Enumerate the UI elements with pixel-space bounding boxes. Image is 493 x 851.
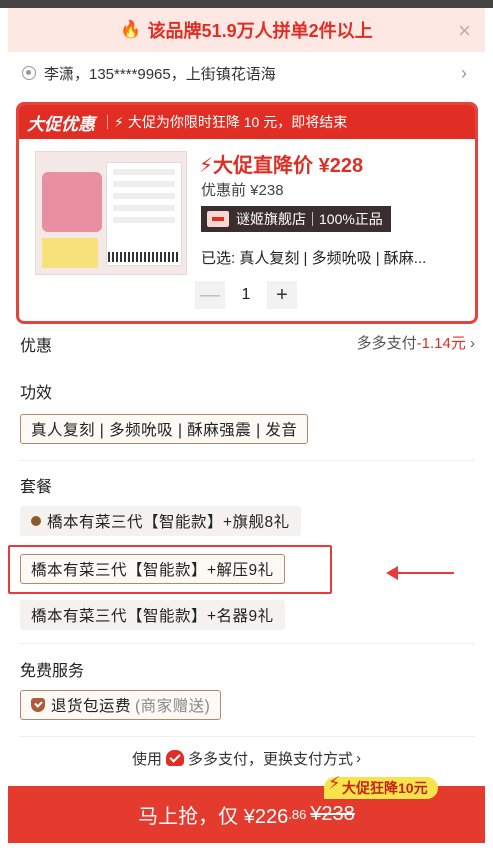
selected-spec: 已选: 真人复刻 | 多频吮吸 | 酥麻...: [201, 250, 427, 267]
banner-text: 该品牌51.9万人拼单2件以上: [147, 21, 373, 41]
function-option[interactable]: 真人复刻 | 多频吮吸 | 酥麻强震 | 发音: [20, 414, 309, 444]
function-title: 功效: [20, 385, 53, 402]
discount-label: 优惠: [20, 338, 53, 355]
package-option-1[interactable]: 橋本有菜三代【智能款】+旗舰8礼: [20, 506, 301, 536]
package-option-3[interactable]: 橋本有菜三代【智能款】+名器9礼: [20, 600, 285, 630]
lightning-icon: ⚡: [114, 113, 124, 130]
payment-method-row[interactable]: 使用 多多支付，更换支付方式 ›: [0, 738, 493, 778]
annotation-box: [8, 545, 332, 594]
chevron-right-icon: ›: [470, 335, 475, 352]
increment-button[interactable]: +: [267, 281, 297, 309]
package-title: 套餐: [20, 479, 53, 496]
barcode: [108, 252, 178, 262]
discount-row[interactable]: 优惠 多多支付-1.14元 ›: [20, 332, 475, 355]
store-badge: 谜姬旗舰店 100%正品: [201, 206, 391, 232]
quantity-value[interactable]: 1: [225, 286, 267, 304]
decrement-button[interactable]: —: [195, 281, 225, 309]
chevron-right-icon: ›: [356, 749, 362, 767]
promo-price: ⚡大促直降价 ¥228: [199, 155, 364, 177]
divider: [107, 115, 108, 129]
authentic-badge: 100%正品: [319, 211, 383, 227]
lightning-icon: ⚡: [328, 773, 341, 793]
annotation-arrow: [386, 566, 454, 580]
lightning-icon: ⚡: [199, 155, 214, 177]
close-icon[interactable]: ×: [458, 18, 471, 44]
original-price: 优惠前 ¥238: [201, 182, 284, 199]
promo-header: 大促优惠 ⚡ 大促为你限时狂降 10 元，即将结束: [19, 105, 475, 139]
status-strip: [0, 0, 493, 8]
flame-icon: 🔥: [120, 20, 142, 39]
address-text: 李潇，135****9965，上街镇花语海: [44, 65, 276, 83]
flame-icon: [31, 516, 41, 526]
divider: [20, 736, 475, 737]
store-name: 谜姬旗舰店: [236, 211, 306, 227]
promo-message: 大促为你限时狂降 10 元，即将结束: [127, 114, 348, 130]
divider: [20, 643, 475, 644]
shield-icon: [31, 698, 45, 712]
chevron-right-icon: ›: [461, 62, 467, 83]
promo-tag: ⚡ 大促狂降10元: [324, 773, 438, 799]
location-pin-icon: [22, 66, 36, 80]
address-row[interactable]: 李潇，135****9965，上街镇花语海 ›: [8, 52, 485, 94]
pay-heart-icon: [166, 750, 184, 766]
promo-card: 大促优惠 ⚡ 大促为你限时狂降 10 元，即将结束 ⚡大促直降价 ¥228 优惠…: [16, 102, 478, 324]
original-price-strikethrough: ¥238: [310, 803, 355, 825]
promo-banner: 🔥 该品牌51.9万人拼单2件以上 ×: [8, 8, 485, 52]
quantity-stepper[interactable]: — 1 +: [195, 281, 297, 309]
promo-logo: 大促优惠: [27, 114, 95, 134]
service-title: 免费服务: [20, 663, 85, 680]
discount-value: 多多支付-1.14元 ›: [356, 335, 475, 352]
store-logo-icon: [207, 211, 229, 227]
divider: [20, 460, 475, 461]
service-option[interactable]: 退货包运费 (商家赠送): [20, 690, 222, 720]
payment-method: 多多支付，更换支付方式: [188, 750, 354, 768]
product-image[interactable]: [35, 151, 187, 275]
